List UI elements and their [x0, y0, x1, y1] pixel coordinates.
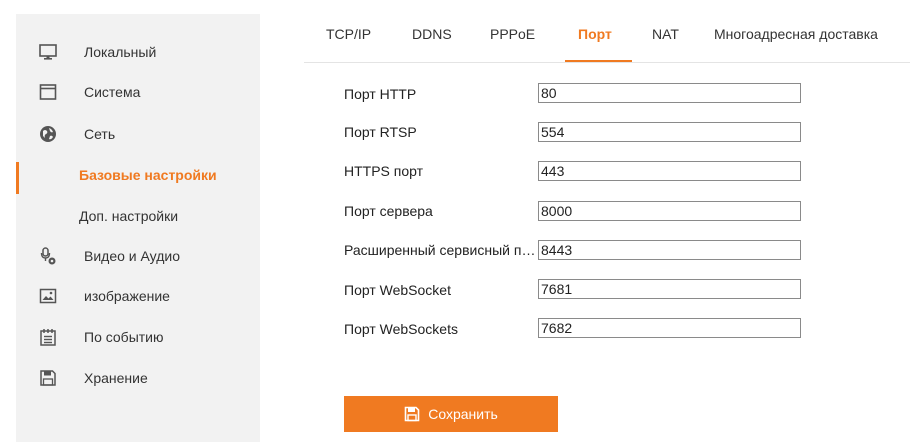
- sidebar-item-label: Сеть: [84, 126, 116, 142]
- sidebar-item-label: Базовые настройки: [79, 167, 217, 183]
- floppy-icon: [39, 369, 57, 387]
- extended-service-port-field[interactable]: [538, 240, 801, 260]
- save-button[interactable]: Сохранить: [344, 396, 558, 432]
- sidebar-item-event[interactable]: По событию: [16, 321, 260, 353]
- monitor-icon: [39, 43, 57, 61]
- sidebar-item-label: По событию: [84, 329, 164, 345]
- https-port-label: HTTPS порт: [344, 163, 424, 179]
- mic-camera-icon: [39, 247, 57, 265]
- sidebar-item-system[interactable]: Система: [16, 76, 260, 108]
- sidebar-item-image[interactable]: изображение: [16, 280, 260, 312]
- sidebar-item-video-audio[interactable]: Видео и Аудио: [16, 240, 260, 272]
- globe-icon: [39, 125, 57, 143]
- sidebar-item-storage[interactable]: Хранение: [16, 362, 260, 394]
- sidebar-item-label: Система: [84, 84, 141, 100]
- tab-bar: TCP/IP DDNS PPPoE Порт NAT Многоадресная…: [304, 18, 910, 63]
- rtsp-port-field[interactable]: [538, 122, 801, 142]
- sidebar-item-label: Локальный: [84, 44, 157, 60]
- extended-service-port-label: Расширенный сервисный порт: [344, 242, 537, 258]
- websocket-port-label: Порт WebSocket: [344, 282, 451, 298]
- tab-ddns[interactable]: DDNS: [412, 26, 452, 42]
- tab-port[interactable]: Порт: [578, 26, 612, 42]
- sidebar-item-label: Доп. настройки: [79, 208, 179, 224]
- tab-multicast[interactable]: Многоадресная доставка: [714, 26, 878, 42]
- image-icon: [39, 287, 57, 305]
- tab-tcpip[interactable]: TCP/IP: [326, 26, 371, 42]
- sidebar-item-advanced-settings[interactable]: Доп. настройки: [16, 200, 260, 232]
- http-port-label: Порт HTTP: [344, 86, 417, 102]
- websocket-port-field[interactable]: [538, 279, 801, 299]
- http-port-field[interactable]: [538, 83, 801, 103]
- rtsp-port-label: Порт RTSP: [344, 124, 417, 140]
- window-icon: [39, 83, 57, 101]
- sidebar-item-basic-settings[interactable]: Базовые настройки: [16, 159, 260, 194]
- sidebar-item-label: изображение: [84, 288, 170, 304]
- server-port-field[interactable]: [538, 201, 801, 221]
- sidebar-item-network[interactable]: Сеть: [16, 118, 260, 150]
- sidebar-item-label: Хранение: [84, 370, 148, 386]
- save-button-label: Сохранить: [428, 406, 498, 422]
- active-tab-indicator: [565, 60, 632, 62]
- sidebar-item-label: Видео и Аудио: [84, 248, 180, 264]
- tab-nat[interactable]: NAT: [652, 26, 679, 42]
- sidebar: Локальный Система Сеть Базовые настройки…: [16, 14, 260, 442]
- sidebar-item-local[interactable]: Локальный: [16, 36, 260, 68]
- server-port-label: Порт сервера: [344, 203, 433, 219]
- https-port-field[interactable]: [538, 161, 801, 181]
- calendar-list-icon: [39, 328, 57, 346]
- websockets-port-label: Порт WebSockets: [344, 321, 458, 337]
- floppy-icon: [404, 406, 420, 422]
- tab-pppoe[interactable]: PPPoE: [490, 26, 535, 42]
- websockets-port-field[interactable]: [538, 318, 801, 338]
